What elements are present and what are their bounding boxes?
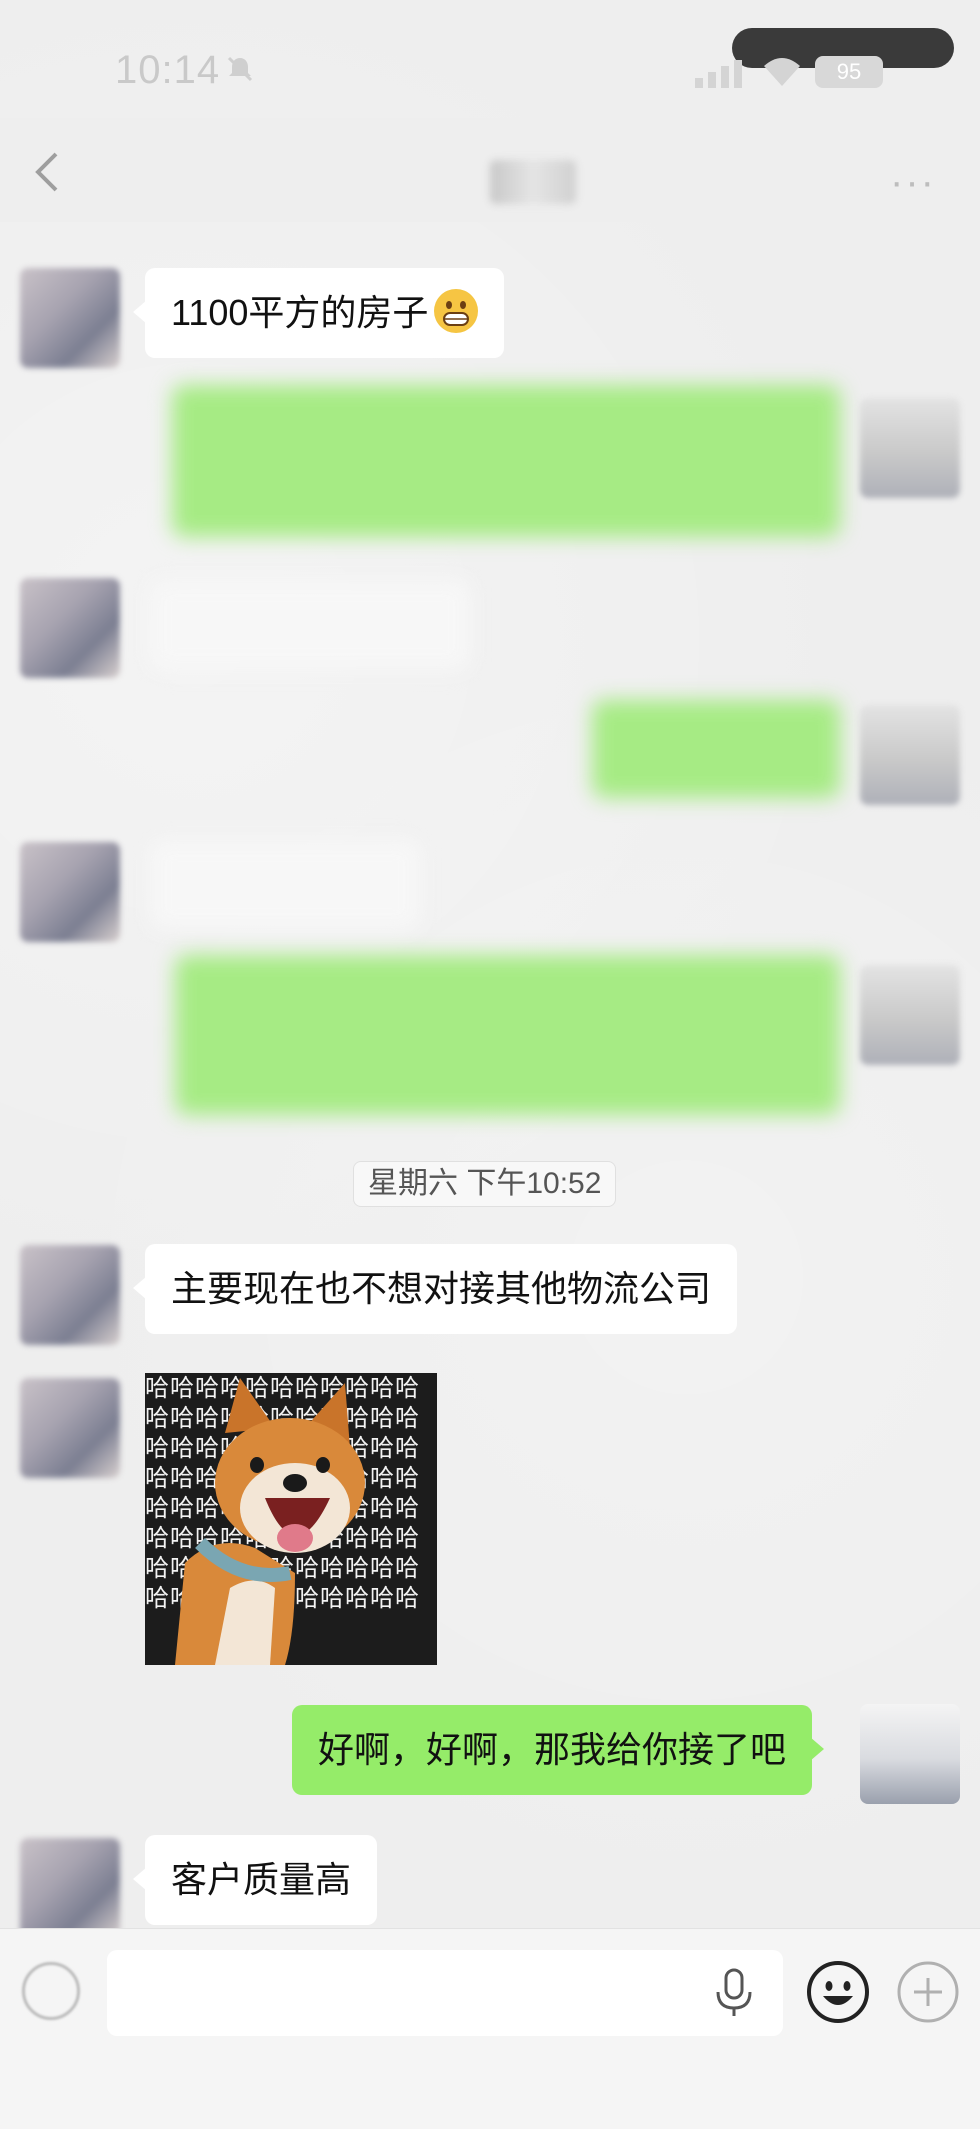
message-text: 客户质量高	[171, 1859, 352, 1900]
contact-avatar[interactable]	[20, 1838, 120, 1938]
voice-mode-icon[interactable]	[22, 1962, 80, 2020]
message-timestamp: 星期六 下午10:52	[353, 1161, 617, 1207]
message-bubble-sent-blurred[interactable]	[592, 700, 840, 798]
message-bubble-received[interactable]: 1100平方的房子	[132, 268, 505, 358]
message-text: 1100平方的房子	[171, 292, 429, 333]
message-bubble-received[interactable]: 主要现在也不想对接其他物流公司	[132, 1244, 738, 1334]
bell-muted-icon	[227, 56, 253, 82]
shiba-dog-icon	[175, 1378, 365, 1665]
message-bubble-sent-blurred[interactable]	[172, 385, 840, 537]
emoji-icon[interactable]	[806, 1960, 870, 2024]
microphone-icon[interactable]	[712, 1968, 756, 2018]
contact-avatar[interactable]	[20, 578, 120, 678]
contact-avatar[interactable]	[20, 1245, 120, 1345]
message-bubble-received[interactable]: 客户质量高	[132, 1835, 378, 1925]
chevron-left-icon[interactable]	[30, 150, 64, 194]
status-bar: 10:14 95	[0, 0, 980, 120]
message-input[interactable]	[107, 1950, 783, 2036]
message-bubble-received-blurred[interactable]	[150, 840, 420, 930]
chat-screen: 10:14 95 ··· 1100平方的房子 星期六 下午10:52 主要现在也…	[0, 0, 980, 2129]
my-avatar[interactable]	[860, 398, 960, 498]
message-bubble-received-blurred[interactable]	[150, 580, 470, 670]
wifi-icon	[764, 58, 800, 86]
status-time: 10:14	[115, 48, 221, 92]
sticker-image[interactable]: 哈哈哈哈哈哈哈哈哈哈哈哈哈哈哈哈哈哈哈哈哈哈哈哈哈哈哈 哈哈哈哈哈哈哈哈 哈哈哈哈哈…	[145, 1373, 437, 1665]
message-bubble-sent-blurred[interactable]	[175, 955, 840, 1115]
my-avatar[interactable]	[860, 705, 960, 805]
cellular-signal-icon	[695, 60, 742, 88]
contact-avatar[interactable]	[20, 268, 120, 368]
message-text: 好啊，好啊，那我给你接了吧	[318, 1729, 787, 1770]
my-avatar[interactable]	[860, 965, 960, 1065]
battery-indicator: 95	[815, 56, 883, 88]
chat-title	[490, 160, 576, 204]
message-bubble-sent[interactable]: 好啊，好啊，那我给你接了吧	[292, 1705, 825, 1795]
my-avatar[interactable]	[860, 1704, 960, 1804]
plus-circle-icon[interactable]	[896, 1960, 960, 2024]
grinning-face-icon	[434, 289, 479, 334]
contact-avatar[interactable]	[20, 1378, 120, 1478]
ellipsis-icon[interactable]: ···	[890, 160, 936, 205]
contact-avatar[interactable]	[20, 842, 120, 942]
message-text: 主要现在也不想对接其他物流公司	[171, 1268, 712, 1309]
